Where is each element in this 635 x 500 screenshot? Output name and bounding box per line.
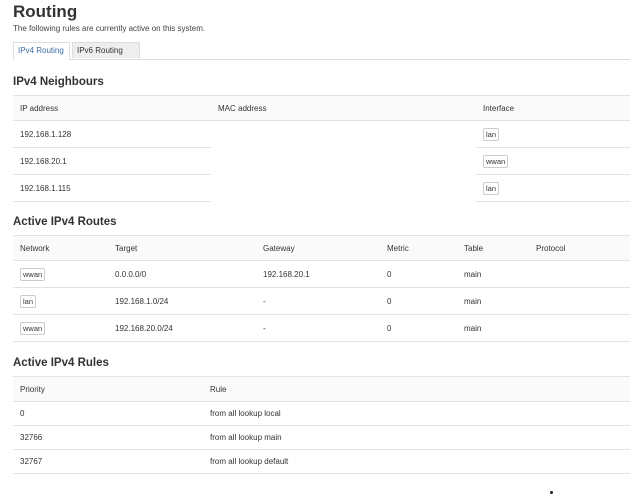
table-row: 32767 from all lookup default: [13, 450, 630, 474]
interface-cell: lan: [476, 121, 630, 148]
column-header: IP address: [13, 96, 211, 121]
gateway-cell: -: [256, 288, 380, 315]
interface-badge: wwan: [483, 155, 508, 168]
table-row: 192.168.1.115 lan: [13, 175, 630, 202]
table-row: wwan 192.168.20.0/24 - 0 main: [13, 315, 630, 342]
column-header: Network: [13, 236, 108, 261]
table-header-row: Network Target Gateway Metric Table Prot…: [13, 236, 630, 261]
column-header: Target: [108, 236, 256, 261]
target-cell: 192.168.20.0/24: [108, 315, 256, 342]
table-row: 32766 from all lookup main: [13, 426, 630, 450]
tab-ipv6-routing[interactable]: IPv6 Routing: [72, 42, 140, 58]
routes-table: Network Target Gateway Metric Table Prot…: [13, 235, 630, 342]
tab-bar: IPv4 Routing IPv6 Routing: [13, 42, 630, 60]
metric-cell: 0: [380, 315, 457, 342]
ip-address-cell: 192.168.20.1: [13, 148, 211, 175]
protocol-cell: [529, 315, 630, 342]
gateway-cell: 192.168.20.1: [256, 261, 380, 288]
column-header: Table: [457, 236, 529, 261]
page-title: Routing: [13, 2, 77, 22]
column-header: MAC address: [211, 96, 476, 121]
rule-cell: from all lookup local: [203, 402, 630, 426]
neighbours-heading: IPv4 Neighbours: [13, 76, 104, 88]
protocol-cell: [529, 288, 630, 315]
network-badge: wwan: [20, 268, 45, 281]
routes-heading: Active IPv4 Routes: [13, 216, 117, 228]
target-cell: 0.0.0.0/0: [108, 261, 256, 288]
interface-cell: wwan: [476, 148, 630, 175]
priority-cell: 0: [13, 402, 203, 426]
table-header-row: Priority Rule: [13, 377, 630, 402]
priority-cell: 32766: [13, 426, 203, 450]
rule-cell: from all lookup main: [203, 426, 630, 450]
rule-cell: from all lookup default: [203, 450, 630, 474]
mac-address-cell: [211, 121, 476, 148]
table-row: 192.168.20.1 wwan: [13, 148, 630, 175]
metric-cell: 0: [380, 288, 457, 315]
column-header: Metric: [380, 236, 457, 261]
table-row: lan 192.168.1.0/24 - 0 main: [13, 288, 630, 315]
ip-address-cell: 192.168.1.115: [13, 175, 211, 202]
tab-ipv4-routing[interactable]: IPv4 Routing: [13, 42, 70, 60]
table-row: 0 from all lookup local: [13, 402, 630, 426]
page-subtitle: The following rules are currently active…: [13, 24, 205, 33]
network-cell: lan: [13, 288, 108, 315]
priority-cell: 32767: [13, 450, 203, 474]
table-row: 192.168.1.128 lan: [13, 121, 630, 148]
mac-address-cell: [211, 175, 476, 202]
network-badge: wwan: [20, 322, 45, 335]
table-cell: main: [457, 288, 529, 315]
interface-cell: lan: [476, 175, 630, 202]
table-header-row: IP address MAC address Interface: [13, 96, 630, 121]
rules-heading: Active IPv4 Rules: [13, 357, 109, 369]
rules-table: Priority Rule 0 from all lookup local 32…: [13, 376, 630, 474]
table-cell: main: [457, 261, 529, 288]
table-cell: main: [457, 315, 529, 342]
interface-badge: lan: [483, 128, 499, 141]
neighbours-table: IP address MAC address Interface 192.168…: [13, 95, 630, 202]
interface-badge: lan: [483, 182, 499, 195]
mac-address-cell: [211, 148, 476, 175]
mouse-cursor-dot: [550, 491, 553, 494]
gateway-cell: -: [256, 315, 380, 342]
column-header: Rule: [203, 377, 630, 402]
target-cell: 192.168.1.0/24: [108, 288, 256, 315]
table-row: wwan 0.0.0.0/0 192.168.20.1 0 main: [13, 261, 630, 288]
network-cell: wwan: [13, 315, 108, 342]
column-header: Priority: [13, 377, 203, 402]
column-header: Gateway: [256, 236, 380, 261]
network-cell: wwan: [13, 261, 108, 288]
column-header: Protocol: [529, 236, 630, 261]
metric-cell: 0: [380, 261, 457, 288]
protocol-cell: [529, 261, 630, 288]
network-badge: lan: [20, 295, 36, 308]
ip-address-cell: 192.168.1.128: [13, 121, 211, 148]
column-header: Interface: [476, 96, 630, 121]
